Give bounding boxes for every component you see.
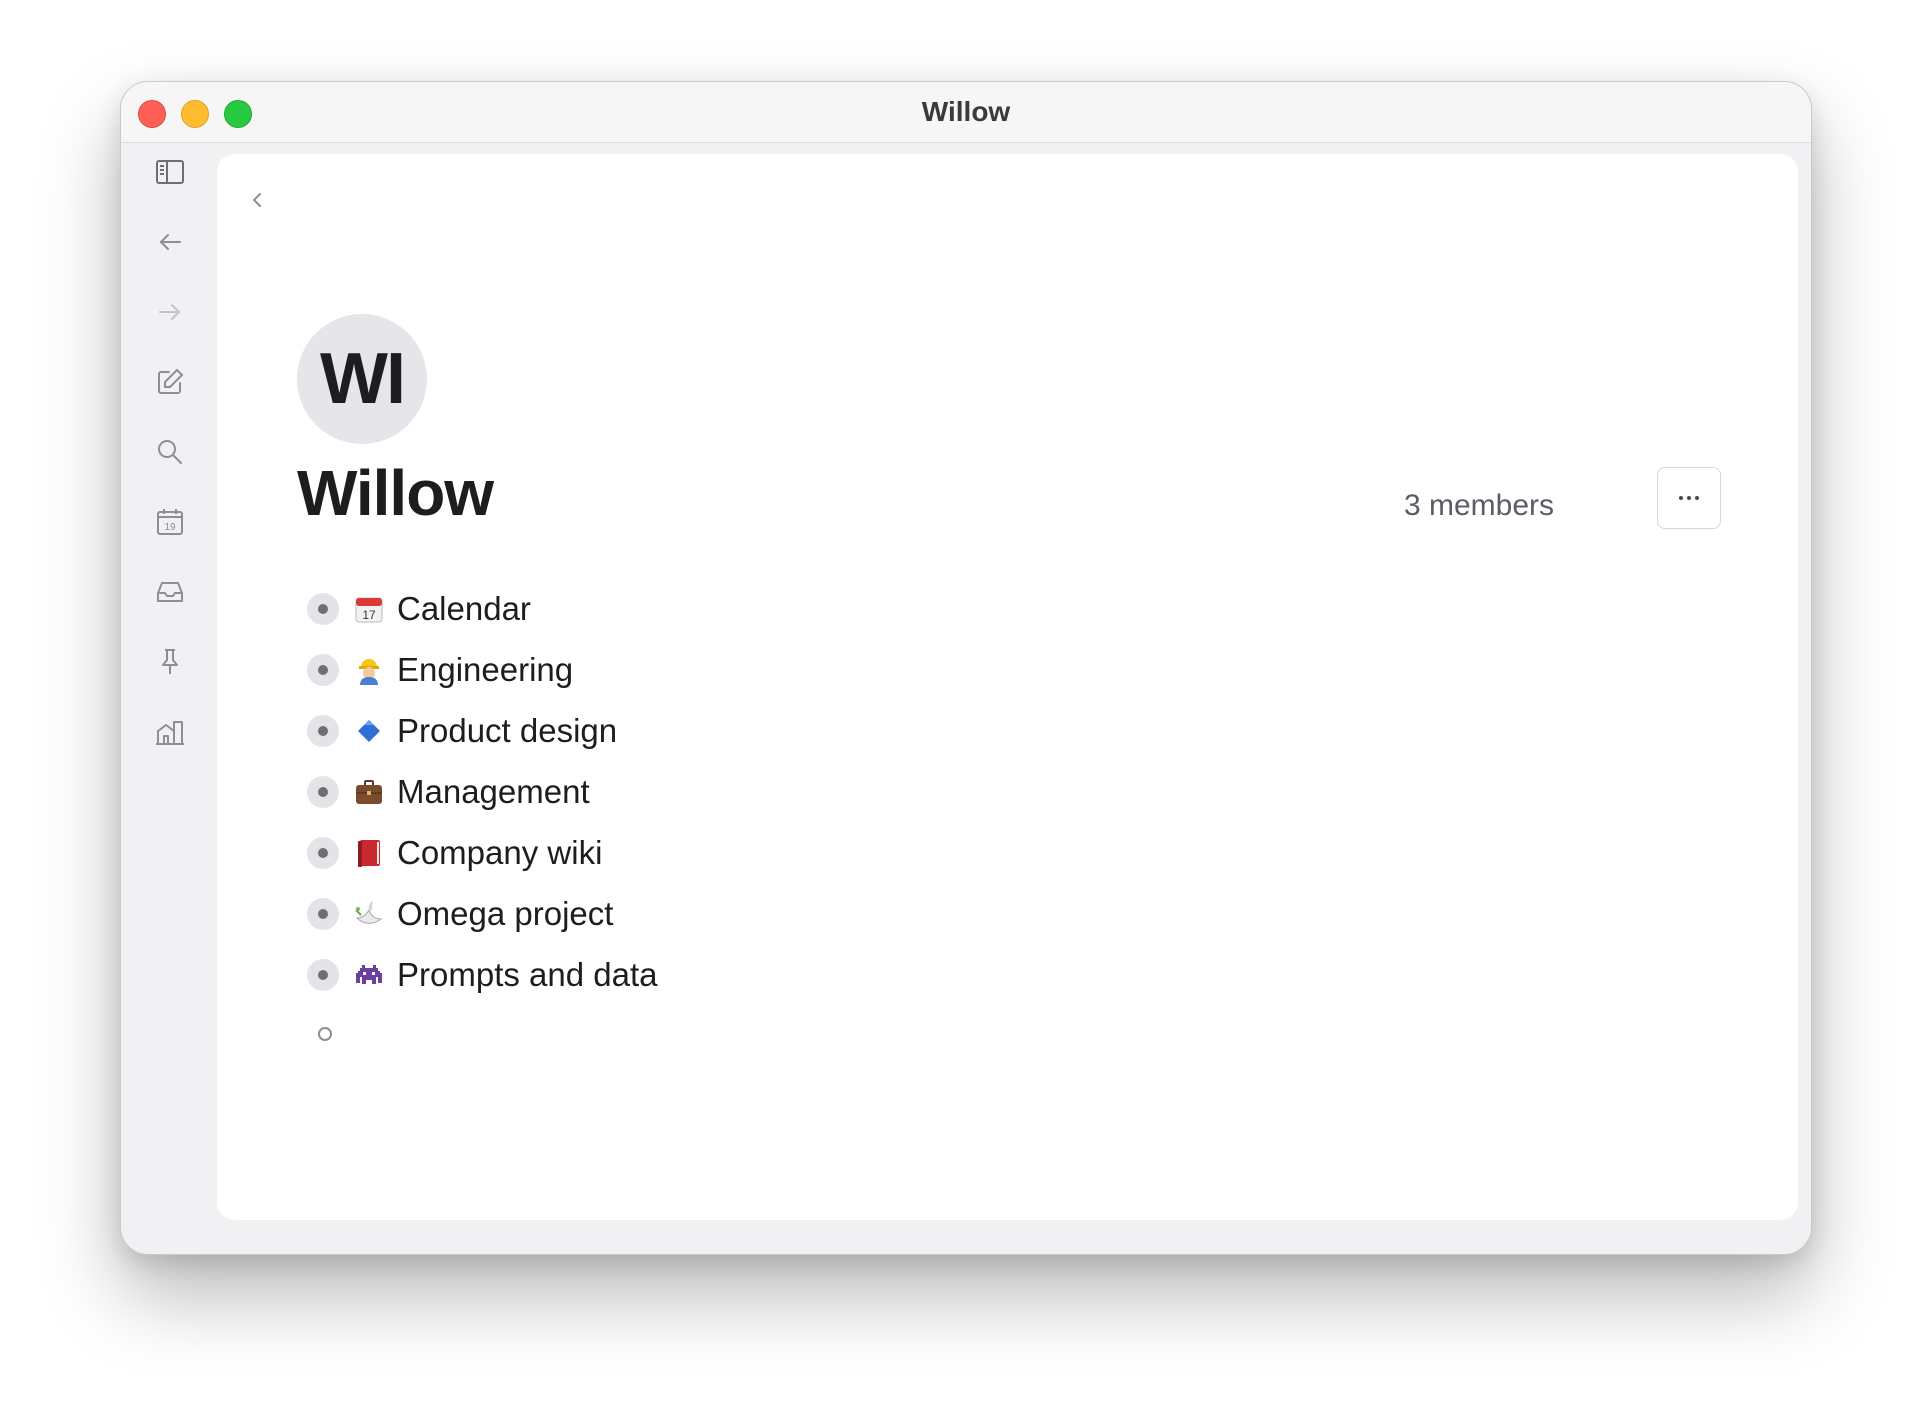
list-item[interactable]: Management	[307, 767, 907, 817]
blue-diamond-emoji-icon	[353, 715, 385, 747]
inbox-icon[interactable]	[154, 576, 186, 608]
list-item[interactable]: Prompts and data	[307, 950, 907, 1000]
list-item[interactable]: Product design	[307, 706, 907, 756]
main-content: WI Willow 3 members 17 Calendar Engineer…	[217, 154, 1798, 1220]
more-horizontal-icon	[1679, 496, 1699, 500]
collapse-bullet[interactable]	[307, 593, 339, 625]
svg-text:17: 17	[362, 608, 376, 622]
app-window: Willow 19 WI Willow 3 members 17 Calenda…	[120, 81, 1812, 1255]
back-arrow-icon[interactable]	[154, 226, 186, 258]
briefcase-emoji-icon	[353, 776, 385, 808]
collapse-bullet[interactable]	[307, 898, 339, 930]
list-item-label: Calendar	[397, 590, 531, 627]
list-item-label: Omega project	[397, 895, 614, 932]
list-item-label: Prompts and data	[397, 956, 658, 993]
collapse-bullet[interactable]	[307, 837, 339, 869]
red-book-emoji-icon	[353, 837, 385, 869]
new-item-row[interactable]	[307, 1027, 347, 1047]
construction-worker-emoji-icon	[353, 654, 385, 686]
list-item-label: Company wiki	[397, 834, 603, 871]
collapse-bullet[interactable]	[307, 715, 339, 747]
window-title: Willow	[921, 96, 1011, 127]
members-count[interactable]: 3 members	[1394, 489, 1554, 523]
list-item[interactable]: Company wiki	[307, 828, 907, 878]
sidebar: 19	[121, 143, 217, 1254]
more-options-button[interactable]	[1657, 467, 1721, 529]
compose-icon[interactable]	[154, 366, 186, 398]
collapse-bullet[interactable]	[307, 654, 339, 686]
dove-emoji-icon	[353, 898, 385, 930]
collapse-bullet[interactable]	[307, 959, 339, 991]
sidebar-toggle-icon[interactable]	[154, 156, 186, 188]
list-item-label: Management	[397, 773, 590, 810]
forward-arrow-icon[interactable]	[154, 296, 186, 328]
workspace-avatar: WI	[297, 314, 427, 444]
collapse-bullet[interactable]	[307, 776, 339, 808]
chevron-left-icon[interactable]	[247, 190, 267, 210]
list-item-label: Engineering	[397, 651, 574, 688]
page-title: Willow	[297, 457, 494, 529]
empty-bullet[interactable]	[318, 1027, 332, 1041]
space-invader-emoji-icon	[353, 959, 385, 991]
pin-icon[interactable]	[154, 646, 186, 678]
calendar-emoji-icon: 17	[353, 593, 385, 625]
title-bar[interactable]: Willow	[121, 82, 1811, 143]
calendar-day-number: 19	[164, 522, 176, 533]
buildings-icon[interactable]	[154, 716, 186, 748]
search-icon[interactable]	[154, 436, 186, 468]
list-item[interactable]: Engineering	[307, 645, 907, 695]
list-item-label: Product design	[397, 712, 618, 749]
calendar-icon[interactable]: 19	[154, 506, 186, 538]
list-item[interactable]: Omega project	[307, 889, 907, 939]
list-item[interactable]: 17 Calendar	[307, 584, 907, 634]
